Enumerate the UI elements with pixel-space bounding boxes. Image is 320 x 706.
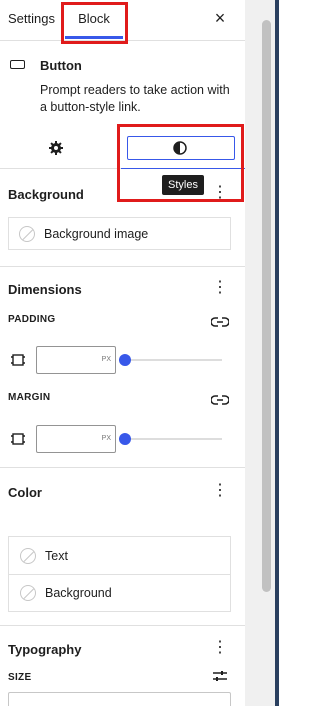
- dimensions-options-menu[interactable]: ⋮: [212, 279, 228, 299]
- gear-icon[interactable]: [48, 140, 64, 156]
- empty-swatch-icon: [19, 226, 35, 242]
- margin-label: MARGIN: [8, 392, 51, 403]
- empty-swatch-icon: [20, 585, 36, 601]
- padding-slider-track[interactable]: [124, 359, 222, 361]
- close-button[interactable]: ×: [212, 8, 228, 28]
- tab-block-label: Block: [78, 11, 110, 26]
- close-icon: ×: [214, 8, 226, 28]
- block-title: Button: [40, 58, 82, 73]
- empty-swatch-icon: [20, 548, 36, 564]
- inspector-tabs-divider: [0, 168, 121, 169]
- text-color-item[interactable]: Text: [9, 537, 230, 574]
- padding-sides-icon[interactable]: [11, 353, 25, 367]
- tab-settings[interactable]: Settings: [8, 0, 55, 40]
- link-sides-icon[interactable]: [211, 394, 229, 406]
- background-options-menu[interactable]: ⋮: [212, 184, 228, 204]
- block-inspector-panel: Settings Block × Button Prompt readers t…: [0, 0, 245, 706]
- window-edge: [275, 0, 279, 706]
- padding-label: PADDING: [8, 314, 56, 325]
- styles-tab-button[interactable]: [127, 136, 235, 160]
- size-label: SIZE: [8, 672, 32, 683]
- background-image-control[interactable]: Background image: [8, 217, 231, 250]
- background-image-label: Background image: [44, 227, 149, 241]
- padding-unit: PX: [101, 356, 111, 363]
- styles-tab-indicator: [121, 168, 245, 169]
- margin-input[interactable]: PX: [36, 425, 116, 453]
- text-color-label: Text: [45, 549, 68, 563]
- color-items-group: Text Background: [8, 536, 231, 612]
- font-size-picker[interactable]: [8, 692, 231, 706]
- button-block-icon: [10, 60, 25, 69]
- section-divider: [0, 625, 245, 626]
- typography-options-menu[interactable]: ⋮: [212, 639, 228, 659]
- padding-slider-thumb[interactable]: [119, 354, 131, 366]
- scrollbar-thumb[interactable]: [262, 20, 271, 592]
- margin-slider-thumb[interactable]: [119, 433, 131, 445]
- background-color-item[interactable]: Background: [9, 575, 230, 611]
- margin-sides-icon[interactable]: [11, 432, 25, 446]
- tab-block[interactable]: Block: [65, 0, 123, 40]
- dimensions-section-title: Dimensions: [8, 282, 82, 297]
- color-section-title: Color: [8, 485, 42, 500]
- typography-section-title: Typography: [8, 642, 82, 657]
- header-divider: [0, 40, 245, 41]
- sliders-icon[interactable]: [212, 669, 228, 683]
- background-section-title: Background: [8, 187, 84, 202]
- block-description: Prompt readers to take action with a but…: [40, 83, 230, 114]
- link-sides-icon[interactable]: [211, 316, 229, 328]
- margin-slider-track[interactable]: [124, 438, 222, 440]
- section-divider: [0, 266, 245, 267]
- section-divider: [0, 467, 245, 468]
- padding-input[interactable]: PX: [36, 346, 116, 374]
- styles-tooltip: Styles: [162, 175, 204, 195]
- color-options-menu[interactable]: ⋮: [212, 482, 228, 502]
- half-circle-icon: [173, 141, 187, 155]
- active-tab-indicator: [65, 36, 123, 39]
- tab-settings-label: Settings: [8, 11, 55, 26]
- background-color-label: Background: [45, 586, 112, 600]
- margin-unit: PX: [101, 435, 111, 442]
